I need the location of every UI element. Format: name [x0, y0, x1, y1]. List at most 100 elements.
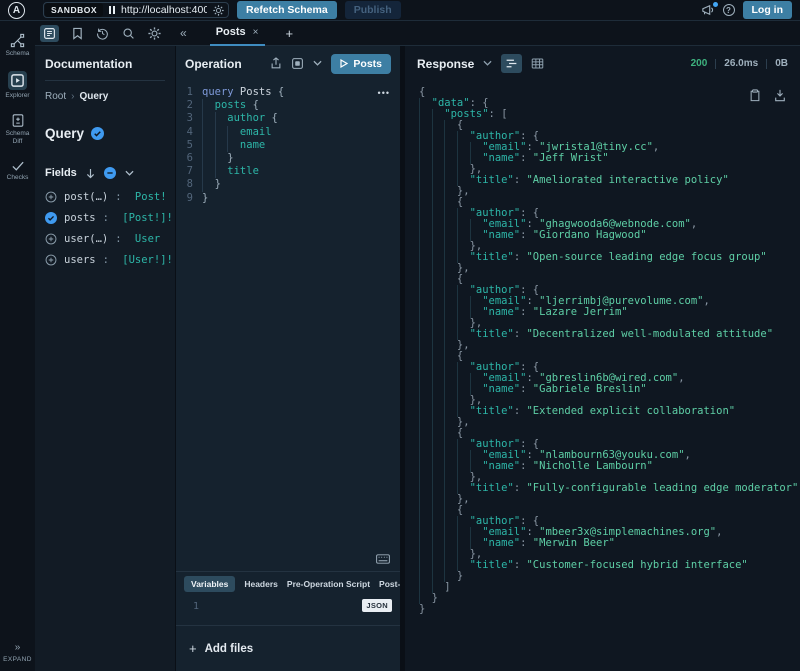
sidebar-item-checks[interactable]: Checks: [1, 160, 35, 182]
field-row-posts[interactable]: posts: [Post!]!: [45, 212, 165, 224]
field-colon: :: [115, 191, 128, 203]
table-view-icon[interactable]: [531, 57, 544, 70]
response-dropdown-chevron-icon[interactable]: [483, 60, 492, 67]
indent-guide: [419, 483, 432, 494]
indent-guide: [444, 406, 457, 417]
field-row-user[interactable]: user(…): User: [45, 233, 165, 245]
operation-tab-variables[interactable]: Variables: [184, 576, 235, 592]
indent-guide: [432, 538, 445, 549]
response-line: "title": "Extended explicit collaboratio…: [419, 406, 800, 417]
indent-guide: [444, 505, 457, 516]
response-line: },: [419, 417, 800, 428]
operation-tab-post-operation-script[interactable]: Post-Operation Script: [379, 579, 400, 589]
explorer-settings-gear-icon[interactable]: [148, 27, 161, 40]
history-icon[interactable]: [96, 27, 109, 40]
indent-guide: [432, 153, 445, 164]
login-button[interactable]: Log in: [743, 1, 793, 19]
query-editor[interactable]: 1query Posts {2posts {3author {4email5na…: [176, 81, 400, 571]
field-row-users[interactable]: users: [User!]!: [45, 254, 165, 266]
chevron-down-icon[interactable]: [125, 170, 134, 177]
sidebar-item-schema[interactable]: Schema: [1, 33, 35, 58]
add-field-plus-icon[interactable]: [45, 191, 57, 203]
refetch-schema-button[interactable]: Refetch Schema: [237, 1, 337, 19]
operation-header: Operation Posts: [176, 46, 400, 81]
indent-guide: [444, 241, 457, 252]
download-response-icon[interactable]: [774, 89, 786, 102]
copy-response-icon[interactable]: [749, 89, 761, 102]
indent-guide: [432, 131, 445, 142]
sort-descending-icon[interactable]: [86, 168, 95, 179]
field-row-post[interactable]: post(…): Post!: [45, 191, 165, 203]
breadcrumb-root[interactable]: Root: [45, 91, 66, 102]
indent-guide: [432, 428, 445, 439]
run-operation-button[interactable]: Posts: [331, 54, 391, 74]
indent-guide: [444, 318, 457, 329]
indent-guide: [202, 112, 215, 125]
query-code: email: [202, 126, 272, 139]
save-operation-icon[interactable]: [291, 57, 304, 70]
sidebar-item-explorer[interactable]: Explorer: [1, 71, 35, 100]
new-tab-button[interactable]: +: [286, 26, 294, 41]
expand-rail-button[interactable]: » EXPAND: [3, 642, 32, 663]
indent-guide: [419, 538, 432, 549]
field-name: user(…): [64, 233, 108, 245]
indent-guide: [444, 340, 457, 351]
indent-guide: [419, 274, 432, 285]
indent-guide: [444, 274, 457, 285]
announcements-megaphone-icon[interactable]: [701, 4, 715, 16]
add-files-button[interactable]: + Add files: [176, 625, 400, 671]
response-body[interactable]: {"data": {"posts": [{"author": {"email":…: [405, 81, 800, 671]
filter-selected-minus-icon[interactable]: [104, 167, 116, 179]
indent-guide: [444, 516, 457, 527]
saved-operations-bookmark-icon[interactable]: [72, 27, 83, 40]
operations-panel-icon[interactable]: [40, 25, 59, 42]
indent-guide: [419, 351, 432, 362]
indent-guide: [227, 126, 240, 139]
indent-guide: [444, 307, 457, 318]
line-number: 4: [176, 126, 202, 139]
indent-guide: [457, 241, 470, 252]
indent-guide: [432, 120, 445, 131]
apollo-logo: A: [8, 2, 25, 19]
response-line: }: [419, 593, 800, 604]
indent-guide: [470, 142, 483, 153]
indent-guide: [470, 450, 483, 461]
field-colon: :: [103, 254, 116, 266]
field-selected-check-icon[interactable]: [45, 212, 57, 224]
field-colon: :: [115, 233, 128, 245]
response-line: }: [419, 571, 800, 582]
chevron-down-icon[interactable]: [313, 60, 322, 67]
endpoint-url-input[interactable]: http://localhost:4000/: [121, 4, 207, 16]
formatted-view-icon[interactable]: [501, 54, 522, 73]
tab-posts[interactable]: Posts ×: [210, 21, 265, 46]
response-line: },: [419, 494, 800, 505]
collapse-panel-icon[interactable]: «: [180, 26, 187, 40]
response-line: "title": "Customer-focused hybrid interf…: [419, 560, 800, 571]
add-field-plus-icon[interactable]: [45, 254, 57, 266]
search-icon[interactable]: [122, 27, 135, 40]
add-field-plus-icon[interactable]: [45, 233, 57, 245]
indent-guide: [202, 178, 215, 191]
sidebar-item-schema-diff[interactable]: Schema Diff: [1, 113, 35, 146]
indent-guide: [419, 582, 432, 593]
share-operation-icon[interactable]: [270, 57, 282, 70]
close-tab-icon[interactable]: ×: [253, 27, 259, 38]
pause-icon[interactable]: [109, 6, 115, 14]
publish-button[interactable]: Publish: [345, 1, 401, 19]
indent-guide: [215, 139, 228, 152]
keyboard-shortcuts-icon[interactable]: [376, 554, 390, 564]
help-icon[interactable]: ?: [723, 4, 735, 16]
response-line: "title": "Fully-configurable leading edg…: [419, 483, 800, 494]
indent-guide: [457, 472, 470, 483]
connection-settings-gear-icon[interactable]: [213, 5, 224, 16]
endpoint-url-box[interactable]: SANDBOX http://localhost:4000/: [43, 2, 229, 18]
editor-menu-ellipsis-icon[interactable]: •••: [378, 87, 390, 100]
operation-tab-pre-operation-script[interactable]: Pre-Operation Script: [287, 579, 370, 589]
checks-icon: [11, 160, 25, 172]
variables-editor[interactable]: 1 JSON: [176, 595, 400, 625]
indent-guide: [457, 219, 470, 230]
operation-tab-headers[interactable]: Headers: [244, 579, 278, 589]
indent-guide: [419, 142, 432, 153]
indent-guide: [432, 307, 445, 318]
indent-guide: [432, 461, 445, 472]
